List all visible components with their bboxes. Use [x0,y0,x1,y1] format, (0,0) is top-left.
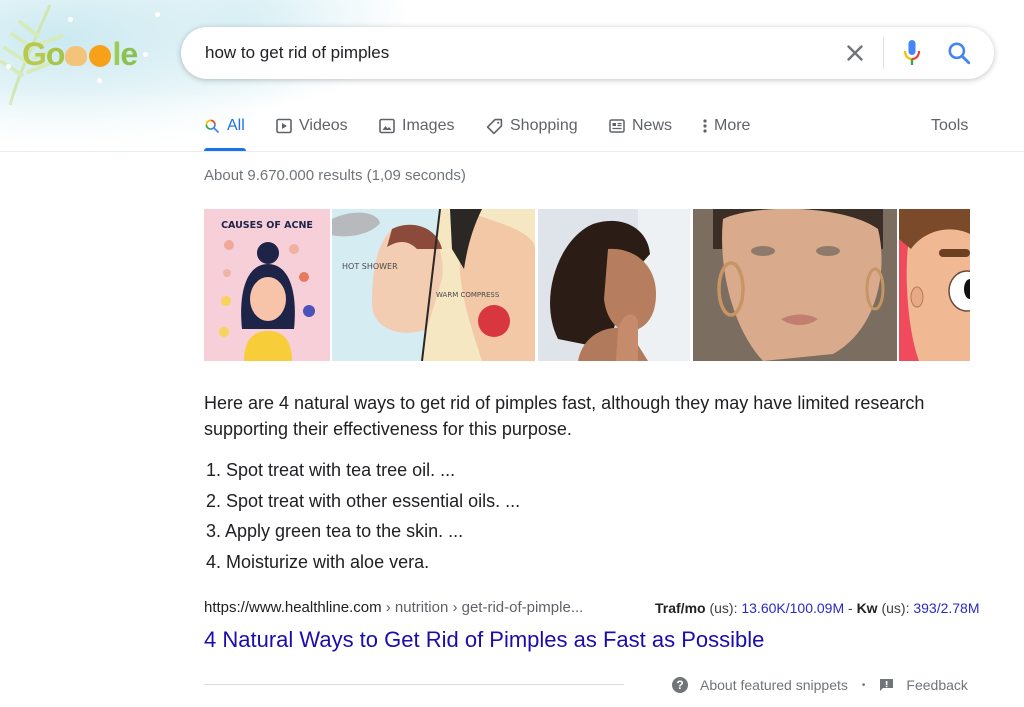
tab-videos[interactable]: Videos [276,108,348,144]
snippet-list-item: 3. Apply green tea to the skin. ... [206,521,464,541]
image-thumbnail-woman-hoop-earrings[interactable] [693,209,897,361]
snippet-list: 1. Spot treat with tea tree oil. ... 2. … [206,455,520,577]
tools-button[interactable]: Tools [931,108,968,144]
microphone-icon[interactable] [900,38,924,68]
newspaper-icon [609,118,625,134]
search-icon[interactable] [946,40,972,66]
image-thumbnail-cartoon-face[interactable] [899,209,970,361]
result-stats: About 9.670.000 results (1,09 seconds) [204,167,466,184]
snowflake [97,78,102,83]
snowflake [68,17,73,22]
snippet-list-item: 2. Spot treat with other essential oils.… [206,490,521,511]
snowflake [155,12,160,17]
search-tabs: All Videos Images Shopping News More Too… [0,108,1024,152]
snowflake [6,64,11,69]
google-doodle-logo[interactable]: Go le [22,35,138,72]
tab-label: News [632,117,673,134]
tab-all[interactable]: All [204,108,245,144]
tab-shopping[interactable]: Shopping [486,108,578,144]
search-icon [204,118,220,134]
result-breadcrumb: › nutrition › get-rid-of-pimple... [381,599,584,616]
tab-news[interactable]: News [609,108,672,144]
search-box-divider [883,37,884,69]
traffic-region: (us): [705,600,742,616]
seashell-icon [65,46,88,66]
search-box [181,27,994,79]
tab-label: All [227,117,245,134]
tab-label: Shopping [510,117,578,134]
feedback-link[interactable]: Feedback [906,677,967,693]
result-url[interactable]: https://www.healthline.com › nutrition ›… [204,599,583,616]
metrics-separator: - [844,600,857,616]
logo-letter: G [22,35,47,72]
seo-metrics: Traf/mo (us): 13.60K/100.09M - Kw (us): … [655,600,980,616]
help-circle-icon: ? [672,677,688,693]
image-thumbnail-hot-shower-warm-compress[interactable]: HOT SHOWER WARM COMPRESS [332,209,535,361]
tag-icon [486,118,503,135]
keywords-label: Kw [856,600,878,616]
snowflake [143,52,148,57]
search-input[interactable] [205,41,825,65]
snippet-list-item: 1. Spot treat with tea tree oil. ... [206,460,456,480]
keywords-value[interactable]: 393/2.78M [913,600,979,616]
snippet-divider [204,684,624,685]
tab-more[interactable]: More [702,108,750,144]
tab-label: Videos [299,117,348,134]
tab-images[interactable]: Images [379,108,454,144]
logo-letter: o [45,35,66,72]
image-thumbnail-causes-of-acne[interactable]: CAUSES OF ACNE [204,209,330,361]
traffic-label: Traf/mo [655,600,706,616]
tools-label: Tools [931,117,969,134]
more-vert-icon [702,118,708,134]
tab-label: More [714,117,751,134]
about-featured-snippets-link[interactable]: About featured snippets [700,677,848,693]
orange-icon [89,45,112,67]
tab-label: Images [402,117,455,134]
image-caption: CAUSES OF ACNE [221,220,313,231]
snippet-footer: ? About featured snippets • Feedback [672,676,968,694]
close-icon[interactable] [842,40,868,66]
image-label: HOT SHOWER [342,262,398,271]
result-title-link[interactable]: 4 Natural Ways to Get Rid of Pimples as … [204,627,764,653]
image-label: WARM COMPRESS [436,291,500,299]
image-icon [379,118,395,134]
tabs-divider [0,151,1024,152]
play-icon [276,118,292,134]
logo-letter: l [112,35,121,72]
feedback-icon [880,679,894,691]
footer-dot-separator: • [861,679,866,691]
image-thumbnail-woman-touching-chin[interactable] [538,209,690,361]
result-domain: https://www.healthline.com [204,599,382,616]
snippet-list-item: 4. Moisturize with aloe vera. [206,551,430,572]
traffic-value[interactable]: 13.60K/100.09M [741,600,844,616]
keywords-region: (us): [877,600,914,616]
logo-letter: e [120,35,138,72]
snippet-intro: Here are 4 natural ways to get rid of pi… [204,393,925,439]
